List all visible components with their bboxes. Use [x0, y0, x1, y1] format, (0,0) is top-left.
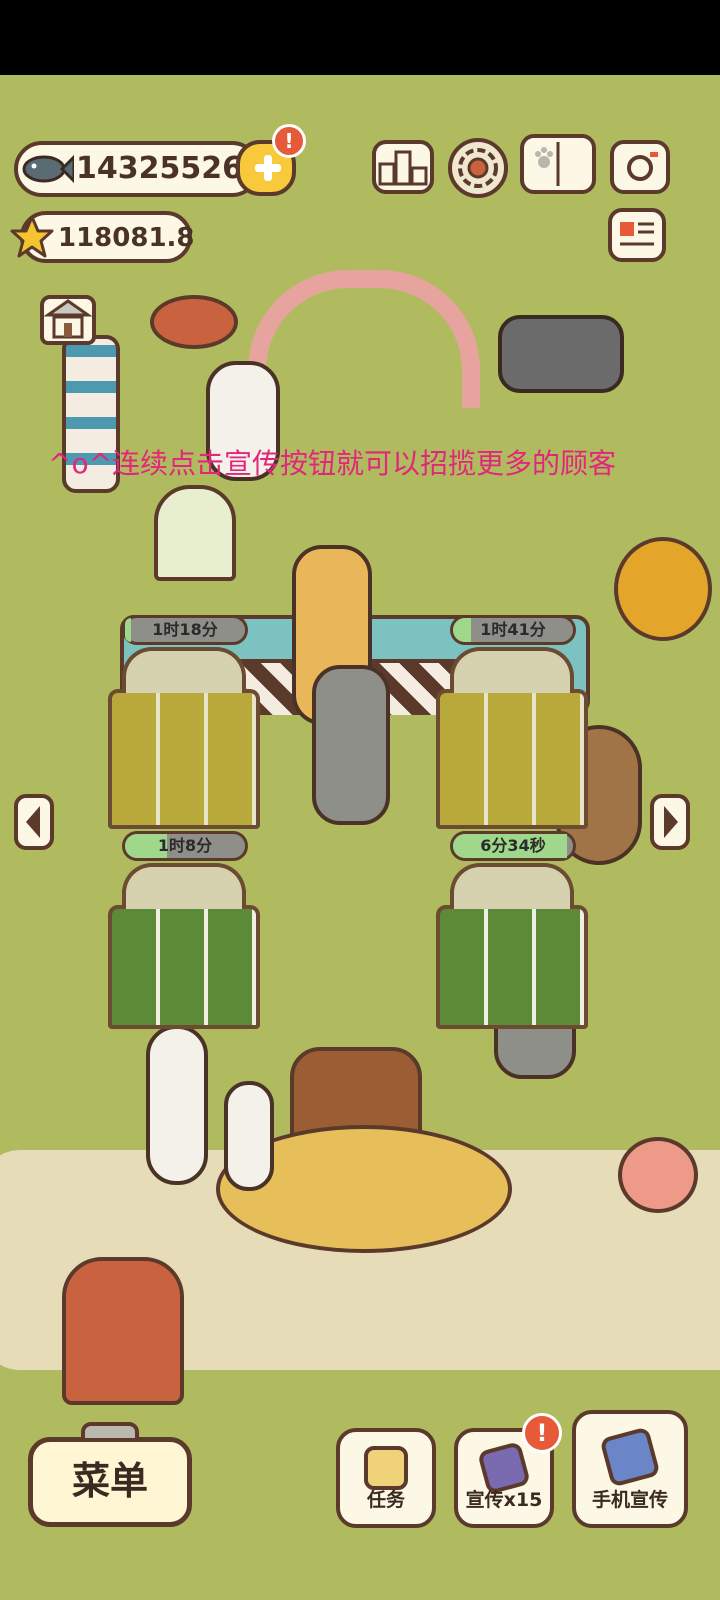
rabbit-customer-1[interactable] [146, 1025, 208, 1185]
arch-decoration [248, 270, 480, 408]
news-button[interactable] [608, 208, 666, 262]
settings-gear-icon [458, 148, 498, 188]
greenhouse-3[interactable] [108, 863, 260, 1029]
promo-tip-text: ^o^连续点击宣传按钮就可以招揽更多的顾客 [48, 447, 617, 480]
greenhouse-roof [450, 647, 574, 693]
greenhouse-roof [450, 863, 574, 909]
greenhouse-4[interactable] [436, 863, 588, 1029]
timer-greenhouse-1: 1时18分 [122, 615, 248, 645]
grill-decoration [498, 315, 624, 393]
game-scene [0, 75, 720, 1600]
rabbit-customer-2[interactable] [224, 1081, 274, 1191]
sunflower-bush-decoration [614, 537, 712, 641]
checklist-icon [364, 1446, 408, 1490]
mushroom-decoration [150, 295, 238, 349]
greenhouse-roof [122, 863, 246, 909]
news-card-icon [620, 222, 654, 246]
promo-alert-badge: ! [522, 1413, 562, 1453]
flower-bush-decoration [618, 1137, 698, 1213]
task-button[interactable]: 任务 [336, 1428, 436, 1528]
greenhouse-2[interactable] [436, 647, 588, 829]
camera-icon [627, 152, 658, 181]
birdcage-decoration [154, 485, 236, 581]
camera-button[interactable] [610, 140, 670, 194]
settings-button[interactable] [448, 138, 508, 198]
guidebook-button[interactable] [520, 134, 596, 194]
fish-currency-pill: 14325526 [14, 141, 260, 197]
scroll-left-button[interactable] [14, 794, 54, 850]
timer-greenhouse-4: 6分34秒 [450, 831, 576, 861]
greenhouse-1[interactable] [108, 647, 260, 829]
star-currency-pill: 118081.8 [10, 211, 195, 263]
chevron-left-icon [26, 806, 40, 838]
phone-promo-button-label: 手机宣传 [591, 1489, 668, 1511]
timer-fill [125, 618, 131, 642]
house-icon [43, 299, 93, 339]
timer-label: 1时8分 [157, 836, 213, 855]
timer-label: 1时41分 [480, 620, 546, 639]
greenhouse-roof [122, 647, 246, 693]
promo-button-label: 宣传x15 [465, 1489, 543, 1511]
ranking-icon [378, 150, 428, 186]
paw-guidebook-icon [535, 142, 560, 186]
stove-decoration [62, 1257, 184, 1405]
fish-icon [22, 154, 74, 184]
status-bar [0, 0, 720, 75]
phone-promo-button[interactable]: 手机宣传 [572, 1410, 688, 1528]
timer-fill [453, 618, 471, 642]
star-icon [10, 215, 54, 258]
chevron-right-icon [664, 806, 678, 838]
menu-button[interactable]: 菜单 [28, 1422, 192, 1527]
timer-greenhouse-2: 1时41分 [450, 615, 576, 645]
phone-flyer-icon [599, 1426, 661, 1488]
timer-greenhouse-3: 1时8分 [122, 831, 248, 861]
shop-house-button[interactable] [40, 295, 96, 345]
fish-count: 14325526 [76, 151, 243, 186]
task-button-label: 任务 [366, 1489, 405, 1511]
menu-button-label: 菜单 [71, 1459, 148, 1503]
alert-badge: ! [272, 124, 306, 158]
ranking-button[interactable] [372, 140, 434, 194]
scroll-right-button[interactable] [650, 794, 690, 850]
wolf-customer-1[interactable] [312, 665, 390, 825]
timer-label: 1时18分 [152, 620, 218, 639]
star-count: 118081.8 [58, 223, 195, 253]
timer-label: 6分34秒 [480, 836, 546, 855]
